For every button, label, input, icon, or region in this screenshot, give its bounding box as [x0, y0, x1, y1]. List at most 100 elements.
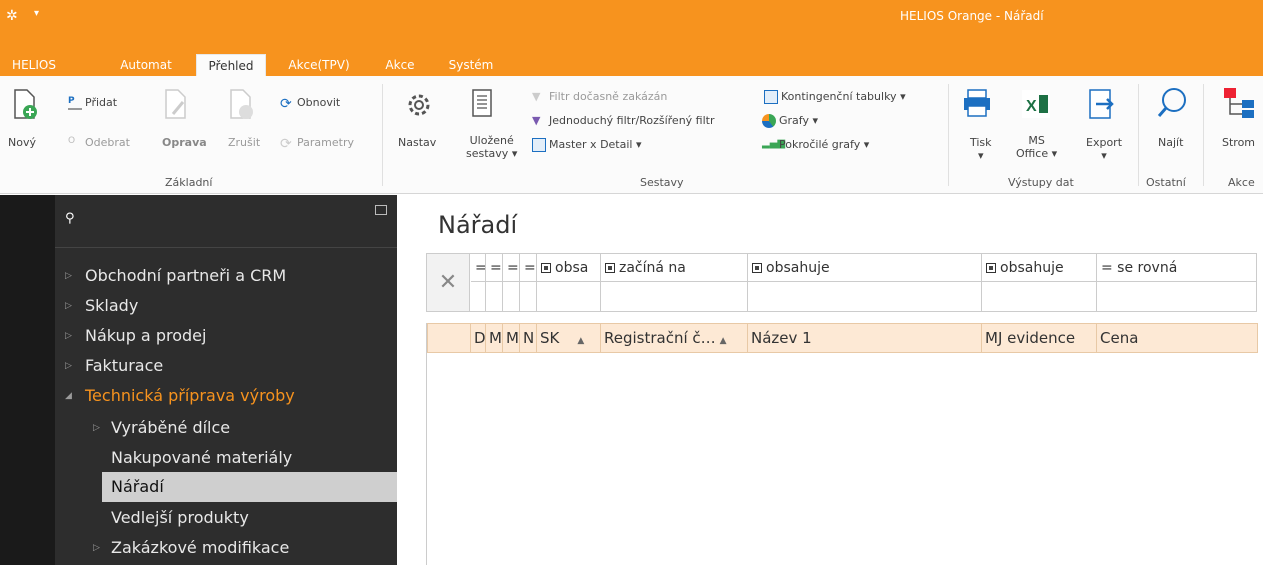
pokrocile-grafy-button[interactable]: ▂▄▆Pokročilé grafy ▾ [762, 138, 869, 152]
sidebar-item-fakturace[interactable]: ▷ Fakturace [55, 351, 397, 381]
sidebar-item-nakupovane-materialy[interactable]: Nakupované materiály [55, 443, 397, 473]
filter-op-m1[interactable]: = [486, 254, 503, 282]
tab-automat[interactable]: Automat [112, 54, 180, 76]
sidebar-item-vyrabene-dilce[interactable]: ▷ Vyráběné dílce [55, 413, 397, 443]
ribbon-tabs: HELIOS Automat Přehled Akce(TPV) Akce Sy… [0, 50, 1263, 76]
sidebar-strip [0, 195, 55, 565]
filter-input[interactable] [748, 282, 982, 311]
filter-input[interactable] [520, 282, 537, 311]
column-header-n[interactable]: N [520, 324, 537, 352]
column-header-d[interactable]: D [471, 324, 486, 352]
collapse-sidebar-icon[interactable] [375, 205, 387, 215]
sidebar-item-label: Nářadí [111, 477, 164, 496]
tab-akce[interactable]: Akce [380, 54, 420, 76]
column-header-sk[interactable]: SK ▲ [537, 324, 601, 352]
strom-button[interactable]: Strom [1222, 136, 1255, 149]
pridat-icon: P [68, 96, 82, 110]
filter-input[interactable] [1097, 282, 1257, 311]
obnovit-button[interactable]: ⟳ Obnovit [280, 96, 340, 112]
edit-icon [165, 89, 186, 119]
grafy-button[interactable]: Grafy ▾ [762, 114, 818, 128]
group-label-zakladni: Základní [165, 176, 213, 189]
odebrat-button[interactable]: O Odebrat [68, 136, 130, 150]
page-title: Nářadí [438, 211, 518, 239]
chevron-down-icon: ▾ [1101, 149, 1107, 162]
zrusit-button[interactable]: Zrušit [228, 136, 260, 149]
column-header-registracni[interactable]: Registrační č… ▲ [601, 324, 748, 352]
sidebar-divider [55, 247, 397, 248]
filter-op-nazev[interactable]: obsahuje [748, 254, 982, 282]
filter-input[interactable] [471, 282, 486, 311]
novy-button[interactable]: Nový [8, 136, 36, 149]
column-header-mj-evidence[interactable]: MJ evidence [982, 324, 1097, 352]
jednoduchy-filtr-label: Jednoduchý filtr/Rozšířený filtr [549, 114, 715, 127]
column-header-nazev[interactable]: Název 1 [748, 324, 982, 352]
filter-op-cena[interactable]: = se rovná [1097, 254, 1257, 282]
filter-input[interactable] [503, 282, 520, 311]
filter-input[interactable] [537, 282, 601, 311]
filter-icon: ▼ [532, 90, 541, 103]
search-icon[interactable]: ⚲ [65, 211, 75, 226]
pridat-button[interactable]: P Přidat [68, 96, 117, 110]
ulozene-label: Uložené [469, 134, 514, 147]
filter-input[interactable] [601, 282, 748, 311]
grid-header: D M. M. N SK▲ Registrační č…▲ Název 1 MJ… [427, 323, 1258, 353]
tab-prehled[interactable]: Přehled [196, 54, 266, 76]
filtr-docasne-button[interactable]: ▼ Filtr dočasně zakázán [532, 90, 667, 104]
quick-access-dropdown-icon[interactable]: ▾ [34, 8, 39, 19]
filter-op-mj[interactable]: obsahuje [982, 254, 1097, 282]
column-header-m1[interactable]: M. [486, 324, 503, 352]
clear-filter-icon[interactable]: ✕ [427, 254, 470, 311]
tab-system[interactable]: Systém [446, 54, 496, 76]
filter-op-m2[interactable]: = [503, 254, 520, 282]
tab-helios[interactable]: HELIOS [8, 54, 60, 76]
export-button[interactable]: Export ▾ [1086, 136, 1122, 162]
chevron-down-icon: ▾ [511, 147, 518, 160]
jednoduchy-filtr-button[interactable]: ▼ Jednoduchý filtr/Rozšířený filtr [532, 114, 715, 128]
sidebar-item-vedlejsi-produkty[interactable]: Vedlejší produkty [55, 503, 397, 533]
sidebar-item-nakup-prodej[interactable]: ▷ Nákup a prodej [55, 321, 397, 351]
column-header-label: SK [540, 329, 560, 347]
filter-op-n[interactable]: = [520, 254, 537, 282]
sidebar-item-label: Technická příprava výroby [85, 386, 295, 405]
sidebar-item-zakazkove-modifikace[interactable]: ▷ Zakázkové modifikace [55, 533, 397, 563]
tisk-button[interactable]: Tisk ▾ [970, 136, 992, 162]
master-detail-button[interactable]: Master x Detail ▾ [532, 138, 642, 152]
sidebar-item-sklady[interactable]: ▷ Sklady [55, 291, 397, 321]
search-icon [1157, 88, 1186, 117]
sidebar-item-label: Nákup a prodej [85, 326, 207, 345]
ulozene-sestavy-button[interactable]: Uložené sestavy ▾ [466, 134, 517, 160]
filter-row: ✕ = = = = obsa začíná na obsahuje obsahu… [426, 253, 1257, 312]
sidebar-item-naradi[interactable]: Nářadí [102, 472, 397, 502]
excel-icon: X [1022, 90, 1050, 118]
chevron-down-icon: ▾ [1051, 147, 1058, 160]
filter-checkbox-icon [986, 263, 996, 273]
filter-input[interactable] [486, 282, 503, 311]
najit-button[interactable]: Najít [1158, 136, 1183, 149]
new-document-icon[interactable] [12, 88, 38, 122]
parametry-button[interactable]: ⟳ Parametry [280, 136, 354, 152]
window-title: HELIOS Orange - Nářadí [900, 9, 1044, 23]
app-logo-icon[interactable]: ✲ [6, 8, 18, 24]
filter-op-d[interactable]: = [471, 254, 486, 282]
kontingencni-tabulky-button[interactable]: Kontingenční tabulky ▾ [764, 90, 906, 104]
tab-akce-tpv[interactable]: Akce(TPV) [282, 54, 356, 76]
filter-input[interactable] [982, 282, 1097, 311]
filtr-docasne-label: Filtr dočasně zakázán [549, 90, 668, 103]
column-header-cena[interactable]: Cena [1097, 324, 1257, 352]
nastav-button[interactable]: Nastav [398, 136, 436, 149]
filter-checkbox-icon [752, 263, 762, 273]
ribbon: Nový P Přidat O Odebrat Oprava Zrušit ⟳ Obn… [0, 76, 1263, 194]
group-separator [1203, 84, 1204, 186]
sidebar-item-technicka-priprava[interactable]: ◢ Technická příprava výroby [55, 381, 397, 411]
parametry-icon: ⟳ [280, 136, 292, 152]
filter-op-registracni[interactable]: začíná na [601, 254, 748, 282]
ms-office-button[interactable]: MS Office ▾ [1016, 134, 1057, 160]
filter-op-sk[interactable]: obsa [537, 254, 601, 282]
sidebar-item-obchodni-partneri[interactable]: ▷ Obchodní partneři a CRM [55, 261, 397, 291]
export-icon [1089, 89, 1114, 119]
odebrat-label: Odebrat [85, 136, 130, 149]
column-header-m2[interactable]: M. [503, 324, 520, 352]
oprava-button[interactable]: Oprava [162, 136, 207, 149]
svg-text:X: X [1026, 98, 1037, 115]
